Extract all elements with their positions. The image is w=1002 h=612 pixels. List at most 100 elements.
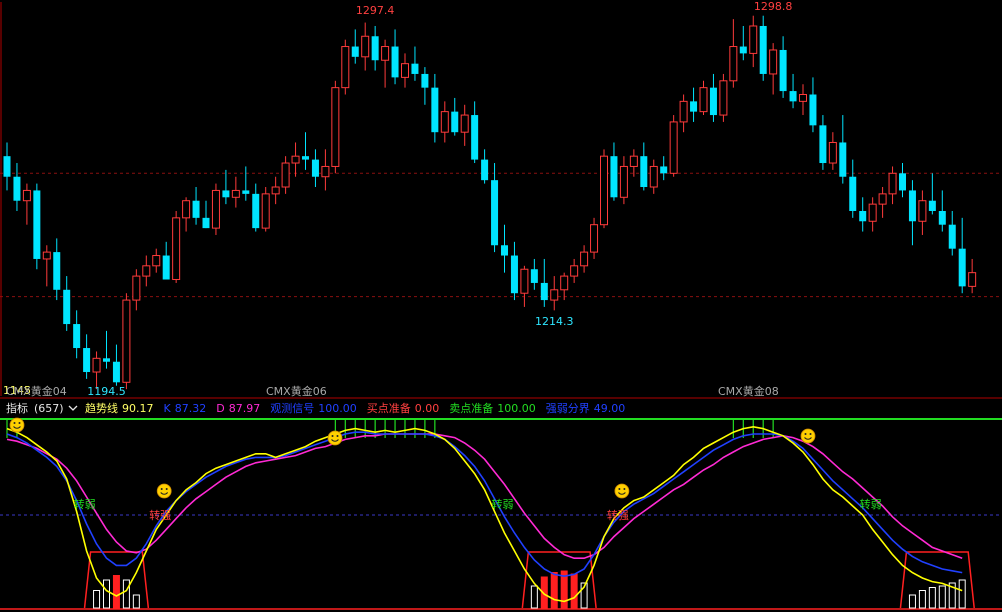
indicator-panel[interactable]: 转弱转强 转弱转强 转弱 — [0, 417, 1002, 610]
candle — [112, 344, 120, 386]
high-label: 1298.8 — [754, 0, 793, 13]
smiley-icon — [156, 483, 172, 499]
candle-body — [401, 63, 409, 78]
price-panel[interactable]: 1297.4 1298.81194.51214.31145 CMX黄金04 CMX黄… — [0, 0, 1002, 398]
candle — [610, 142, 618, 201]
candle — [968, 258, 977, 294]
smiley-eye — [623, 488, 626, 490]
candles — [3, 15, 977, 390]
candle — [481, 149, 489, 184]
candle — [719, 73, 728, 122]
weak-label: 转弱 — [74, 497, 96, 511]
buy-zone-outline — [521, 551, 597, 609]
candle-body — [42, 251, 51, 260]
buy-ready-bar — [93, 590, 101, 609]
candle-body — [261, 193, 270, 229]
candle-body — [888, 172, 897, 195]
candle — [261, 187, 270, 232]
candle — [13, 163, 21, 211]
candle-body — [381, 46, 390, 61]
candle-body — [679, 100, 688, 123]
candle-body — [242, 190, 250, 194]
candle — [231, 176, 240, 208]
candle-body — [819, 125, 827, 164]
smiley-face — [9, 417, 25, 433]
candle-body — [192, 200, 200, 218]
smiley-icon — [614, 483, 630, 499]
candle-body — [809, 94, 817, 126]
indicator-header[interactable]: 指标 (657) 趋势线 90.17 K 87.32 D 87.97 观测信号 100.00 买… — [6, 401, 625, 415]
buy-ready-bar — [570, 573, 578, 609]
indicator-value: 90.17 — [122, 402, 154, 415]
candle-body — [839, 142, 847, 177]
candle-body — [291, 155, 300, 164]
candle — [460, 104, 469, 146]
candle — [918, 190, 927, 235]
candle-body — [481, 159, 489, 181]
candle — [690, 87, 698, 122]
candle — [839, 115, 847, 184]
candle-body — [83, 348, 91, 373]
indicator-annotations: 转弱转强 转弱转强 转弱 — [9, 417, 882, 522]
indicator-period[interactable]: (657) — [34, 402, 64, 415]
futures-chart[interactable]: 1297.4 1298.81194.51214.31145 CMX黄金04 CMX黄… — [0, 0, 1002, 612]
indicator-name: 强弱分界 — [546, 402, 590, 415]
candle-body — [759, 25, 767, 74]
candle-body — [63, 289, 71, 325]
buy-ready-bar — [958, 579, 966, 609]
candle-body — [590, 224, 599, 253]
candle — [859, 197, 867, 232]
k-line — [6, 431, 963, 578]
candle-body — [828, 141, 837, 164]
buy-ready-bar — [928, 587, 936, 609]
candle — [580, 245, 589, 273]
buy-ready-bar — [103, 579, 110, 609]
indicator-value: 100.00 — [318, 402, 357, 415]
candle — [849, 159, 857, 218]
candle — [828, 132, 837, 170]
candle — [649, 159, 658, 194]
candle-body — [968, 272, 977, 287]
low-label: 1214.3 — [535, 315, 574, 328]
candle-body — [958, 248, 966, 287]
candle — [281, 156, 290, 194]
high-label: 1297.4 — [356, 4, 395, 17]
candle — [401, 53, 409, 88]
candle — [809, 77, 817, 133]
indicator-title[interactable]: 指标 — [6, 401, 28, 415]
candle — [540, 258, 548, 307]
strong-label: 转强 — [149, 508, 171, 522]
candle-body — [391, 46, 399, 78]
candle — [769, 43, 778, 95]
candle — [83, 334, 91, 379]
buy-ready-bar — [550, 572, 558, 609]
candle — [42, 245, 51, 287]
candle-body — [799, 94, 807, 102]
buy-ready-bar — [530, 585, 538, 609]
candle-body — [938, 210, 946, 225]
chevron-down-icon[interactable] — [68, 405, 78, 411]
candle-body — [103, 358, 110, 362]
candle — [669, 115, 678, 177]
indicator-value: 87.32 — [175, 402, 207, 415]
candle-body — [610, 156, 618, 198]
candle — [799, 84, 807, 116]
candle-body — [501, 245, 508, 256]
buy-ready-bar — [938, 585, 946, 609]
candle — [351, 29, 359, 64]
candle — [908, 180, 916, 246]
smiley-eye — [160, 488, 163, 490]
candle — [411, 46, 419, 81]
candle-body — [899, 173, 906, 191]
candle-body — [92, 357, 101, 373]
candle — [202, 200, 210, 229]
candle-body — [789, 91, 797, 102]
candle — [958, 217, 966, 294]
candle-body — [709, 87, 717, 116]
candle-body — [491, 180, 499, 246]
candle — [321, 149, 330, 191]
candle-body — [431, 87, 439, 133]
indicator-value: 0.00 — [415, 402, 440, 415]
candle-body — [252, 193, 260, 229]
contract-label: CMX黄金06 — [266, 384, 327, 398]
